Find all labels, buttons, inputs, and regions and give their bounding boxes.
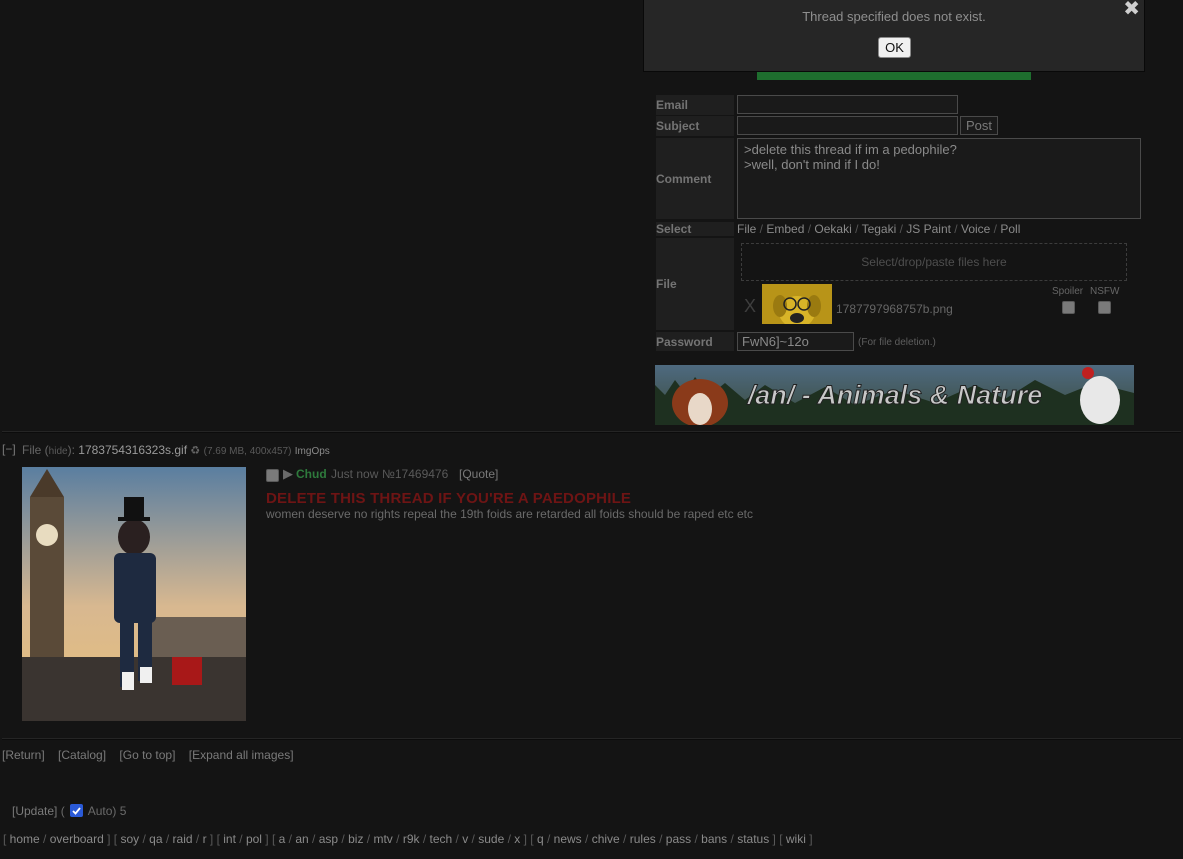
board-link-tech[interactable]: tech <box>430 832 453 846</box>
post-select-checkbox[interactable] <box>266 469 279 482</box>
password-label: Password <box>656 332 734 351</box>
go-to-top-link[interactable]: [Go to top] <box>119 748 175 762</box>
board-banner[interactable]: /an/ - Animals & Nature <box>655 365 1134 425</box>
board-link-soy[interactable]: soy <box>120 832 139 846</box>
update-row: [Update] ( Auto) 5 <box>12 804 126 818</box>
board-link-status[interactable]: status <box>737 832 769 846</box>
popup-message: Thread specified does not exist. <box>802 9 986 24</box>
file-label: File <box>656 238 734 330</box>
comment-label: Comment <box>656 138 734 219</box>
quote-link[interactable]: [Quote] <box>459 467 498 481</box>
select-label: Select <box>656 222 734 236</box>
email-label: Email <box>656 95 734 115</box>
board-nav: [ home / overboard ] [ soy / qa / raid /… <box>3 832 813 846</box>
password-note: (For file deletion.) <box>858 337 936 348</box>
select-jspaint-link[interactable]: JS Paint <box>906 222 951 236</box>
subject-label: Subject <box>656 116 734 136</box>
board-link-raid[interactable]: raid <box>173 832 193 846</box>
file-prefix: File ( <box>22 443 49 457</box>
expand-all-images-link[interactable]: [Expand all images] <box>189 748 294 762</box>
board-link-biz[interactable]: biz <box>348 832 363 846</box>
nsfw-label: NSFW <box>1090 286 1120 297</box>
select-tegaki-link[interactable]: Tegaki <box>862 222 897 236</box>
post-time: Just now <box>331 467 379 481</box>
board-link-bans[interactable]: bans <box>701 832 727 846</box>
comment-textarea[interactable]: >delete this thread if im a pedophile? >… <box>737 138 1141 219</box>
spoiler-label: Spoiler <box>1052 286 1084 297</box>
select-oekaki-link[interactable]: Oekaki <box>814 222 851 236</box>
board-link-home[interactable]: home <box>10 832 40 846</box>
catalog-link[interactable]: [Catalog] <box>58 748 106 762</box>
post-subject: DELETE THIS THREAD IF YOU'RE A PAEDOPHIL… <box>266 490 632 507</box>
divider <box>2 738 1181 740</box>
email-field[interactable] <box>737 95 958 114</box>
board-link-pol[interactable]: pol <box>246 832 262 846</box>
board-link-qa[interactable]: qa <box>149 832 162 846</box>
post-menu-arrow-icon[interactable]: ▶ <box>283 466 293 482</box>
open-paren: ( <box>60 804 65 818</box>
poster-name: Chud <box>296 467 327 481</box>
select-file-link[interactable]: File <box>737 222 756 236</box>
board-link-q[interactable]: q <box>537 832 544 846</box>
board-link-x[interactable]: x <box>514 832 520 846</box>
board-link-int[interactable]: int <box>223 832 236 846</box>
select-voice-link[interactable]: Voice <box>961 222 990 236</box>
board-link-overboard[interactable]: overboard <box>50 832 104 846</box>
board-link-a[interactable]: a <box>279 832 286 846</box>
spoiler-checkbox[interactable] <box>1062 301 1075 314</box>
file-name-link[interactable]: 1783754316323s.gif <box>78 443 187 457</box>
hide-image-link[interactable]: hide <box>49 446 68 457</box>
update-countdown: 5 <box>119 804 127 818</box>
board-link-chive[interactable]: chive <box>592 832 620 846</box>
nsfw-checkbox[interactable] <box>1098 301 1111 314</box>
thread-nav-links: [Return] [Catalog] [Go to top] [Expand a… <box>2 748 304 762</box>
auto-label: Auto) <box>87 804 117 818</box>
board-link-r[interactable]: r <box>203 832 207 846</box>
board-link-r9k[interactable]: r9k <box>403 832 420 846</box>
post-image[interactable] <box>22 467 246 721</box>
post-body: women deserve no rights repeal the 19th … <box>266 507 753 521</box>
error-popup: Thread specified does not exist. OK ✖ <box>643 0 1145 72</box>
banner-title: /an/ - Animals & Nature <box>747 380 1043 410</box>
select-poll-link[interactable]: Poll <box>1000 222 1020 236</box>
board-link-pass[interactable]: pass <box>666 832 691 846</box>
update-link[interactable]: [Update] <box>12 804 57 818</box>
select-mode-links: File / Embed / Oekaki / Tegaki / JS Pain… <box>737 222 1021 236</box>
board-link-asp[interactable]: asp <box>319 832 338 846</box>
divider <box>2 431 1181 433</box>
file-suffix: ): <box>67 443 75 457</box>
select-embed-link[interactable]: Embed <box>766 222 804 236</box>
post-button[interactable]: Post <box>960 116 998 135</box>
board-link-rules[interactable]: rules <box>630 832 656 846</box>
subject-field[interactable] <box>737 116 958 135</box>
board-link-news[interactable]: news <box>554 832 582 846</box>
return-link[interactable]: [Return] <box>2 748 45 762</box>
board-link-mtv[interactable]: mtv <box>373 832 392 846</box>
auto-update-checkbox[interactable] <box>70 804 84 817</box>
close-icon[interactable]: ✖ <box>1123 0 1140 20</box>
recycle-icon[interactable]: ♻ <box>190 445 200 457</box>
attached-file-name: 1787797968757b.png <box>836 302 953 316</box>
board-link-wiki[interactable]: wiki <box>786 832 806 846</box>
imgops-link[interactable]: ImgOps <box>295 446 330 457</box>
board-link-v[interactable]: v <box>462 832 468 846</box>
remove-file-icon[interactable]: X <box>744 296 756 317</box>
collapse-thread-button[interactable]: [−] <box>2 442 16 456</box>
password-field[interactable] <box>737 332 854 351</box>
attached-file-thumbnail <box>762 284 832 324</box>
popup-ok-button[interactable]: OK <box>878 37 911 58</box>
board-link-sude[interactable]: sude <box>478 832 504 846</box>
file-meta: (7.69 MB, 400x457) <box>203 446 292 457</box>
post-file-info: File (hide): 1783754316323s.gif ♻ (7.69 … <box>22 443 330 457</box>
board-link-an[interactable]: an <box>295 832 308 846</box>
post-number-link[interactable]: №17469476 <box>382 467 448 481</box>
file-dropzone[interactable]: Select/drop/paste files here <box>741 243 1127 281</box>
